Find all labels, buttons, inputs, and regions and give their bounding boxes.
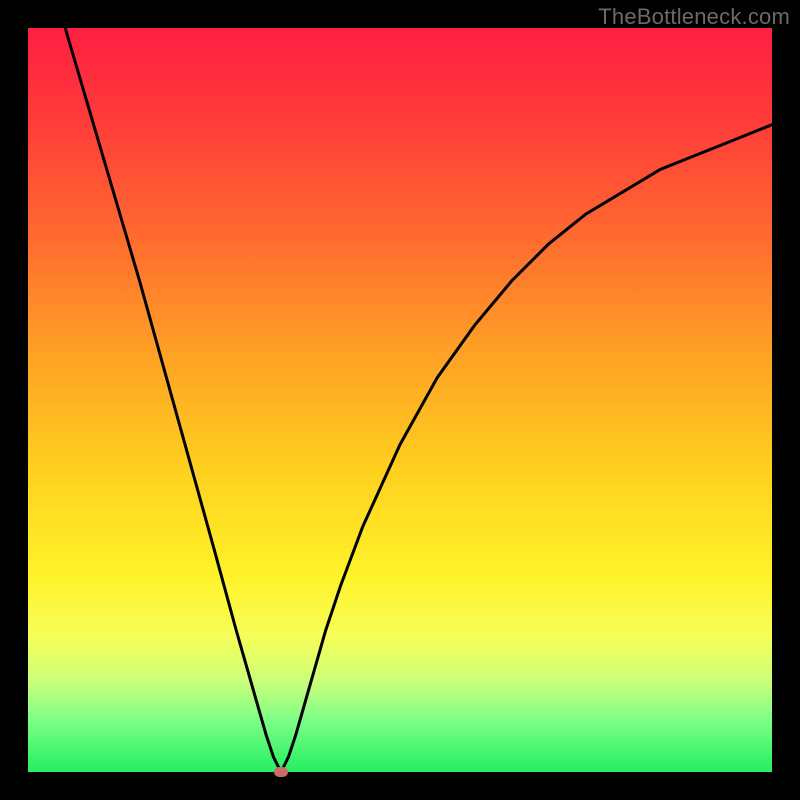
watermark-text: TheBottleneck.com (598, 4, 790, 30)
chart-frame: TheBottleneck.com (0, 0, 800, 800)
curve-svg (28, 28, 772, 772)
plot-area (28, 28, 772, 772)
bottleneck-curve (65, 28, 772, 772)
minimum-marker (274, 767, 288, 777)
